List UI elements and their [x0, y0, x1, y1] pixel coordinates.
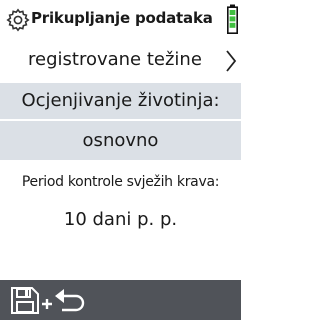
battery-icon: [227, 4, 238, 34]
gear-icon[interactable]: [6, 8, 30, 32]
save-and-return-icon[interactable]: [8, 284, 92, 316]
fresh-cow-period-value[interactable]: 10 dani p. p.: [0, 208, 241, 232]
animal-scoring-value-row[interactable]: osnovno: [0, 121, 241, 160]
registered-weights-label: registrovane težine: [28, 49, 202, 70]
animal-scoring-header[interactable]: Ocjenjivanje životinja:: [0, 83, 241, 119]
animal-scoring-title: Ocjenjivanje životinja:: [21, 90, 220, 111]
registered-weights-link[interactable]: registrovane težine: [0, 40, 241, 82]
animal-scoring-value: osnovno: [82, 130, 159, 151]
header-bar: Prikupljanje podataka: [0, 0, 241, 40]
chevron-right-icon: [226, 50, 237, 72]
footer-bar: [0, 280, 241, 320]
fresh-cow-period-label: Period kontrole svježih krava:: [21, 174, 220, 190]
page-title: Prikupljanje podataka: [31, 9, 213, 27]
